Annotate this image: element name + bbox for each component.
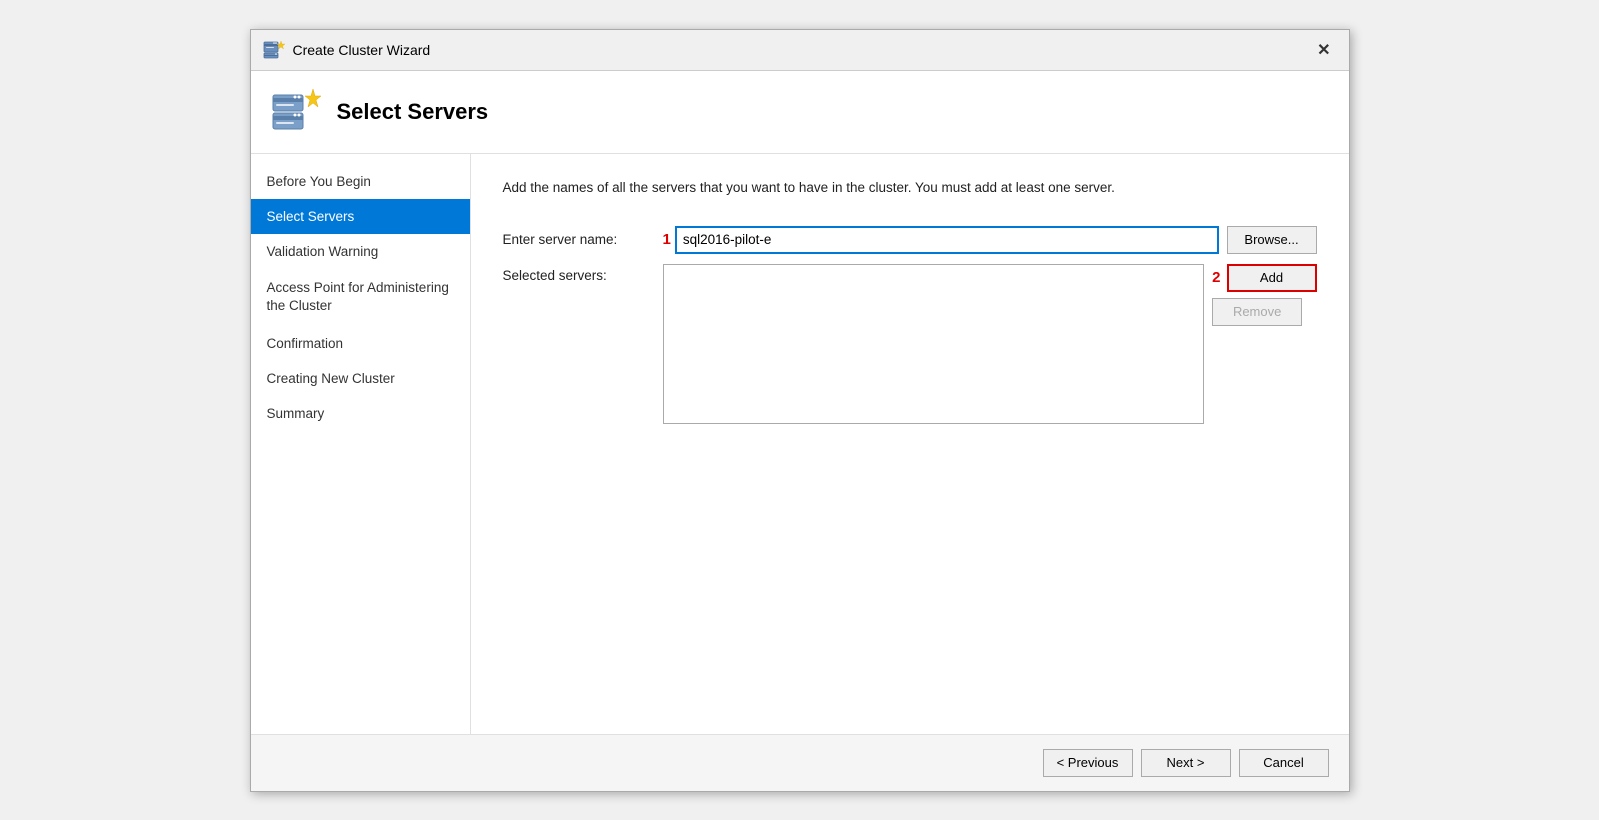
close-button[interactable]: ✕ [1311, 38, 1336, 62]
sidebar-item-creating-new-cluster[interactable]: Creating New Cluster [251, 361, 470, 396]
cancel-button[interactable]: Cancel [1239, 749, 1329, 777]
sidebar: Before You Begin Select Servers Validati… [251, 154, 471, 734]
sidebar-item-select-servers[interactable]: Select Servers [251, 199, 470, 234]
next-button[interactable]: Next > [1141, 749, 1231, 777]
sidebar-item-summary[interactable]: Summary [251, 396, 470, 431]
selected-servers-label: Selected servers: [503, 264, 663, 283]
title-bar: Create Cluster Wizard ✕ [251, 30, 1349, 71]
description-text: Add the names of all the servers that yo… [503, 178, 1317, 198]
sidebar-item-access-point[interactable]: Access Point for Administering the Clust… [251, 269, 470, 327]
step2-badge: 2 [1212, 269, 1220, 286]
add-button[interactable]: Add [1227, 264, 1317, 292]
header-section: Select Servers [251, 71, 1349, 154]
create-cluster-wizard-window: Create Cluster Wizard ✕ Select Servers B… [250, 29, 1350, 792]
sidebar-item-confirmation[interactable]: Confirmation [251, 326, 470, 361]
selected-servers-listbox [663, 264, 1205, 424]
sidebar-item-before-you-begin[interactable]: Before You Begin [251, 164, 470, 199]
wizard-icon [263, 39, 285, 61]
window-title: Create Cluster Wizard [293, 42, 431, 58]
server-name-label: Enter server name: [503, 232, 663, 247]
content-area: Before You Begin Select Servers Validati… [251, 154, 1349, 734]
prev-button[interactable]: < Previous [1043, 749, 1133, 777]
title-bar-left: Create Cluster Wizard [263, 39, 431, 61]
sidebar-item-validation-warning[interactable]: Validation Warning [251, 234, 470, 269]
header-icon [271, 87, 321, 137]
footer-area: < Previous Next > Cancel [251, 734, 1349, 791]
remove-button[interactable]: Remove [1212, 298, 1302, 326]
browse-button[interactable]: Browse... [1227, 226, 1317, 254]
server-name-input[interactable] [675, 226, 1219, 254]
main-content: Add the names of all the servers that yo… [471, 154, 1349, 734]
page-title: Select Servers [337, 99, 489, 125]
step1-badge: 1 [663, 231, 671, 248]
